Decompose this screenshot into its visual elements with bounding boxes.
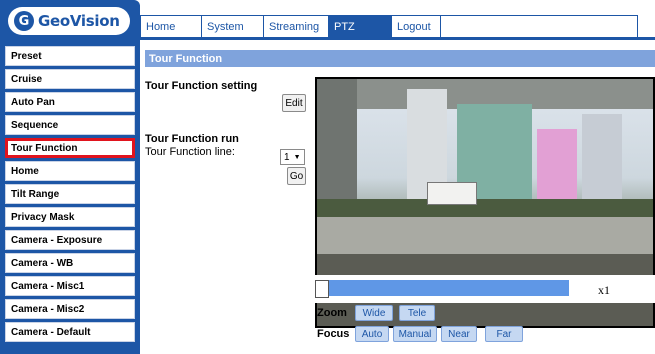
go-button[interactable]: Go <box>287 167 306 185</box>
logo-area: G GeoVision <box>0 0 140 40</box>
focus-controls: Focus Auto Manual Near Far <box>315 326 615 344</box>
sidebar-item-cruise[interactable]: Cruise <box>5 69 135 89</box>
zoom-tele-button[interactable]: Tele <box>399 305 435 321</box>
run-heading: Tour Function run <box>145 133 239 145</box>
sidebar-item-privacy-mask[interactable]: Privacy Mask <box>5 207 135 227</box>
tab-system[interactable]: System <box>201 15 264 37</box>
tab-home[interactable]: Home <box>140 15 202 37</box>
top-divider <box>140 37 655 40</box>
sidebar-item-preset[interactable]: Preset <box>5 46 135 66</box>
tour-line-select[interactable]: 1 ▼ <box>280 149 305 165</box>
main-content: Tour Function Tour Function setting Edit… <box>145 50 655 354</box>
main-nav-tabs: Home System Streaming PTZ Logout <box>140 15 638 37</box>
section-header: Tour Function <box>145 50 655 67</box>
setting-heading: Tour Function setting <box>145 80 258 92</box>
sidebar-item-camera-wb[interactable]: Camera - WB <box>5 253 135 273</box>
sidebar-item-tilt-range[interactable]: Tilt Range <box>5 184 135 204</box>
sidebar-item-camera-default[interactable]: Camera - Default <box>5 322 135 342</box>
zoom-label: Zoom <box>317 307 347 319</box>
sidebar-item-home[interactable]: Home <box>5 161 135 181</box>
tab-streaming[interactable]: Streaming <box>263 15 329 37</box>
zoom-level-bar[interactable] <box>315 280 569 296</box>
focus-label: Focus <box>317 328 350 340</box>
tab-logout[interactable]: Logout <box>391 15 441 37</box>
sidebar-item-tour-function[interactable]: Tour Function <box>5 138 135 158</box>
geovision-logo: G GeoVision <box>8 7 130 35</box>
logo-text: GeoVision <box>38 12 120 30</box>
focus-auto-button[interactable]: Auto <box>355 326 389 342</box>
edit-button[interactable]: Edit <box>282 94 306 112</box>
tab-bar-filler <box>440 15 638 37</box>
sidebar-item-camera-misc1[interactable]: Camera - Misc1 <box>5 276 135 296</box>
chevron-down-icon: ▼ <box>293 153 301 161</box>
sidebar-item-camera-exposure[interactable]: Camera - Exposure <box>5 230 135 250</box>
zoom-level-readout: x1 <box>598 283 610 297</box>
focus-manual-button[interactable]: Manual <box>393 326 437 342</box>
sidebar-item-camera-misc2[interactable]: Camera - Misc2 <box>5 299 135 319</box>
zoom-controls: Zoom Wide Tele <box>315 305 615 323</box>
tab-ptz[interactable]: PTZ <box>328 15 392 37</box>
focus-near-button[interactable]: Near <box>441 326 477 342</box>
zoom-slider-handle[interactable] <box>315 280 329 298</box>
sidebar: Preset Cruise Auto Pan Sequence Tour Fun… <box>0 40 140 354</box>
sidebar-item-auto-pan[interactable]: Auto Pan <box>5 92 135 112</box>
tour-line-value: 1 <box>284 151 290 163</box>
logo-mark-icon: G <box>14 11 34 31</box>
top-bar: G GeoVision Home System Streaming PTZ Lo… <box>0 0 655 40</box>
zoom-wide-button[interactable]: Wide <box>355 305 393 321</box>
line-label: Tour Function line: <box>145 146 235 158</box>
focus-far-button[interactable]: Far <box>485 326 523 342</box>
sidebar-item-sequence[interactable]: Sequence <box>5 115 135 135</box>
